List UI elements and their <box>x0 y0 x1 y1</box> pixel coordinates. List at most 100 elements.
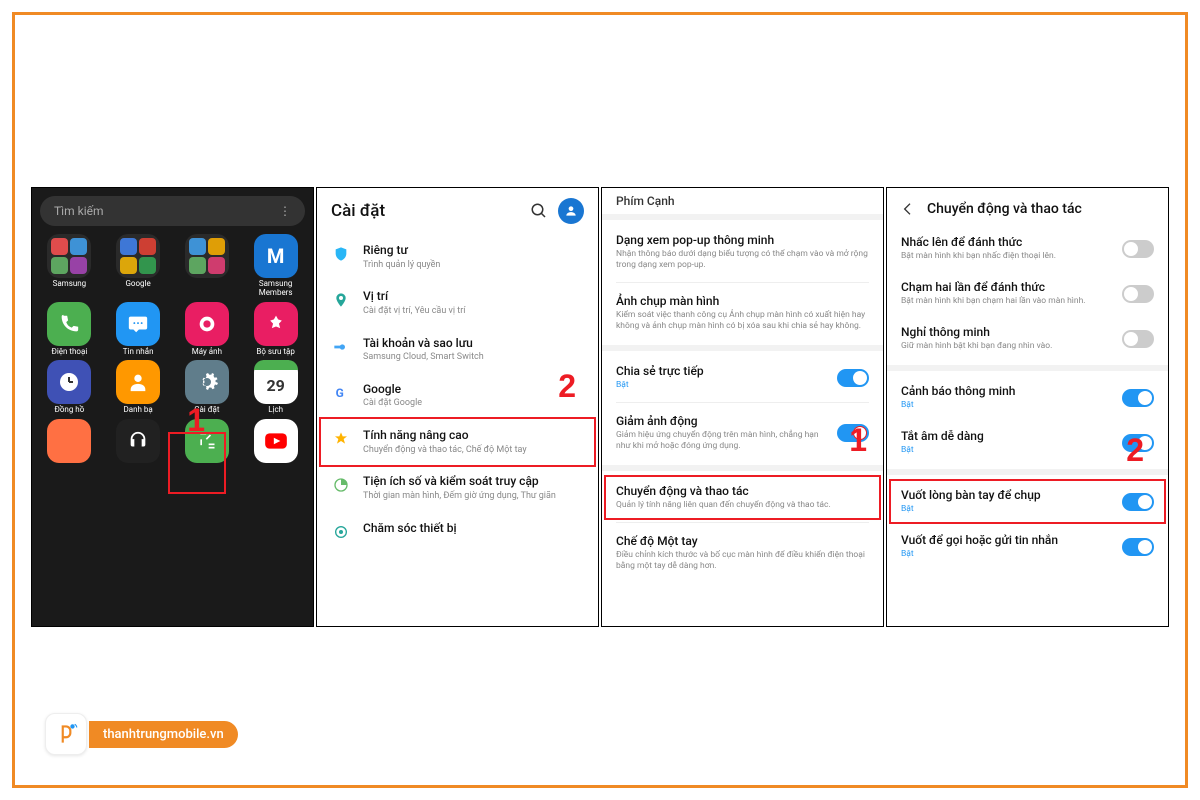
app-label: Đồng hồ <box>54 406 84 415</box>
settings-row-g[interactable]: GGoogleCài đặt Google <box>317 373 598 419</box>
row-title: Chế độ Một tay <box>616 534 869 548</box>
toggle-switch[interactable] <box>1122 240 1154 258</box>
advanced-row[interactable]: Chế độ Một tay Điều chỉnh kích thước và b… <box>602 525 883 581</box>
advanced-row[interactable]: Dạng xem pop-up thông minhNhận thông báo… <box>602 224 883 280</box>
row-subtitle: Chuyển động và thao tác, Chế độ Một tay <box>363 445 584 457</box>
panels-row: Tìm kiếm ⋮ Samsung Google MSamsung Members… <box>31 187 1169 627</box>
settings-list: Riêng tưTrình quản lý quyềnVị tríCài đặt… <box>317 232 598 553</box>
more-icon[interactable]: ⋮ <box>279 204 291 218</box>
divider <box>616 282 869 283</box>
row-title: Tiện ích số và kiểm soát truy cập <box>363 474 584 490</box>
app-Samsung Members[interactable]: MSamsung Members <box>242 234 309 298</box>
row-title: Chăm sóc thiết bị <box>363 521 584 537</box>
row-subtitle: Quản lý tính năng liên quan đến chuyển đ… <box>616 500 869 511</box>
panel-settings: Cài đặt Riêng tưTrình quản lý quyềnVị tr… <box>316 187 599 627</box>
app-blank[interactable] <box>36 419 103 465</box>
row-subtitle: Bật <box>901 549 1114 560</box>
toggle-switch[interactable] <box>1122 330 1154 348</box>
app-headset[interactable] <box>105 419 172 465</box>
row-title: Chạm hai lần để đánh thức <box>901 280 1114 294</box>
care-icon <box>331 522 351 542</box>
toggle-switch[interactable] <box>1122 285 1154 303</box>
settings-row-care[interactable]: Chăm sóc thiết bị <box>317 512 598 551</box>
motion-row[interactable]: Vuốt lòng bàn tay để chụpBật <box>887 479 1168 524</box>
divider <box>602 345 883 351</box>
search-bar[interactable]: Tìm kiếm ⋮ <box>40 196 305 226</box>
row-title: Tắt âm dễ dàng <box>901 429 1114 443</box>
row-subtitle: Samsung Cloud, Smart Switch <box>363 352 584 364</box>
row-title: Nghỉ thông minh <box>901 325 1114 339</box>
row-subtitle: Điều chỉnh kích thước và bố cục màn hình… <box>616 550 869 572</box>
app-Lịch[interactable]: 29Lịch <box>242 360 309 415</box>
row-subtitle: Bật màn hình khi bạn chạm hai lần vào mà… <box>901 296 1114 307</box>
row-title: Tính năng nâng cao <box>363 428 584 444</box>
app-Samsung[interactable]: Samsung <box>36 234 103 298</box>
app-Máy ảnh[interactable]: Máy ảnh <box>174 302 241 357</box>
row-subtitle: Bật <box>901 504 1114 515</box>
settings-row-shield[interactable]: Riêng tưTrình quản lý quyền <box>317 234 598 280</box>
settings-row-key[interactable]: Tài khoản và sao lưuSamsung Cloud, Smart… <box>317 327 598 373</box>
app-icon <box>47 360 91 404</box>
motion-row[interactable]: Nghỉ thông minh Giữ màn hình bật khi bạn … <box>887 316 1168 361</box>
app-Điện thoại[interactable]: Điện thoại <box>36 302 103 357</box>
divider <box>616 522 869 523</box>
app-Tin nhắn[interactable]: Tin nhắn <box>105 302 172 357</box>
back-icon[interactable] <box>897 198 919 220</box>
advanced-row[interactable]: Giảm ảnh độngGiảm hiệu ứng chuyển động t… <box>602 405 883 461</box>
settings-row-star[interactable]: Tính năng nâng caoChuyển động và thao tá… <box>317 419 598 465</box>
pin-icon <box>331 290 351 310</box>
step-number: 1 <box>849 422 867 459</box>
advanced-list: Dạng xem pop-up thông minhNhận thông báo… <box>602 224 883 581</box>
account-avatar[interactable] <box>558 198 584 224</box>
step-number: 2 <box>558 368 576 405</box>
tab-label: Phím Cạnh <box>602 188 883 210</box>
app-Đồng hồ[interactable]: Đồng hồ <box>36 360 103 415</box>
brand-text: thanhtrungmobile.vn <box>89 721 238 748</box>
settings-row-wellbeing[interactable]: Tiện ích số và kiểm soát truy cậpThời gi… <box>317 465 598 511</box>
toggle-switch[interactable] <box>1122 538 1154 556</box>
motion-row[interactable]: Vuốt để gọi hoặc gửi tin nhắnBật <box>887 524 1168 569</box>
advanced-row[interactable]: Chuyển động và thao tácQuản lý tính năng… <box>602 475 883 520</box>
row-subtitle: Bật <box>901 445 1114 456</box>
app-youtube[interactable] <box>242 419 309 465</box>
step-number: 2 <box>1126 432 1144 469</box>
app-label: Bộ sưu tập <box>256 348 294 357</box>
advanced-row[interactable]: Chia sẻ trực tiếpBật <box>602 355 883 400</box>
app-icon <box>185 302 229 346</box>
tutorial-frame: Tìm kiếm ⋮ Samsung Google MSamsung Members… <box>12 12 1188 788</box>
app-label: Samsung Members <box>242 280 309 298</box>
row-subtitle: Cài đặt Google <box>363 398 584 410</box>
app-Cài đặt[interactable]: Cài đặt <box>174 360 241 415</box>
app-label: Máy ảnh <box>192 348 222 357</box>
search-icon[interactable] <box>528 200 550 222</box>
app-label: Samsung <box>53 280 87 289</box>
motion-row[interactable]: Cảnh báo thông minhBật <box>887 375 1168 420</box>
app-Danh bạ[interactable]: Danh bạ <box>105 360 172 415</box>
row-subtitle: Kiểm soát việc thanh công cụ Ảnh chụp mà… <box>616 310 869 332</box>
motion-row[interactable]: Nhấc lên để đánh thứcBật màn hình khi bạ… <box>887 226 1168 271</box>
app-calc[interactable] <box>174 419 241 465</box>
row-subtitle: Bật <box>616 380 829 391</box>
app-Google[interactable]: Google <box>105 234 172 298</box>
motion-row[interactable]: Chạm hai lần để đánh thức Bật màn hình kh… <box>887 271 1168 316</box>
settings-row-pin[interactable]: Vị tríCài đặt vị trí, Yêu cầu vị trí <box>317 280 598 326</box>
toggle-switch[interactable] <box>1122 493 1154 511</box>
app-label: Lịch <box>268 406 283 415</box>
row-subtitle: Giữ màn hình bật khi bạn đang nhìn vào. <box>901 341 1114 352</box>
panel-app-drawer: Tìm kiếm ⋮ Samsung Google MSamsung Members… <box>31 187 314 627</box>
svg-text:G: G <box>336 386 344 400</box>
panel-motions: Chuyển động và thao tác Nhấc lên để đánh… <box>886 187 1169 627</box>
app-label: Google <box>125 280 150 289</box>
toggle-switch[interactable] <box>837 369 869 387</box>
page-title: Chuyển động và thao tác <box>927 201 1158 217</box>
row-title: Dạng xem pop-up thông minh <box>616 233 869 247</box>
app-icon <box>47 419 91 463</box>
divider <box>887 365 1168 371</box>
motions-list: Nhấc lên để đánh thứcBật màn hình khi bạ… <box>887 226 1168 569</box>
app-icon <box>254 419 298 463</box>
app-item[interactable] <box>174 234 241 298</box>
row-title: Cảnh báo thông minh <box>901 384 1114 398</box>
toggle-switch[interactable] <box>1122 389 1154 407</box>
advanced-row[interactable]: Ảnh chụp màn hìnhKiểm soát việc thanh cô… <box>602 285 883 341</box>
app-Bộ sưu tập[interactable]: Bộ sưu tập <box>242 302 309 357</box>
